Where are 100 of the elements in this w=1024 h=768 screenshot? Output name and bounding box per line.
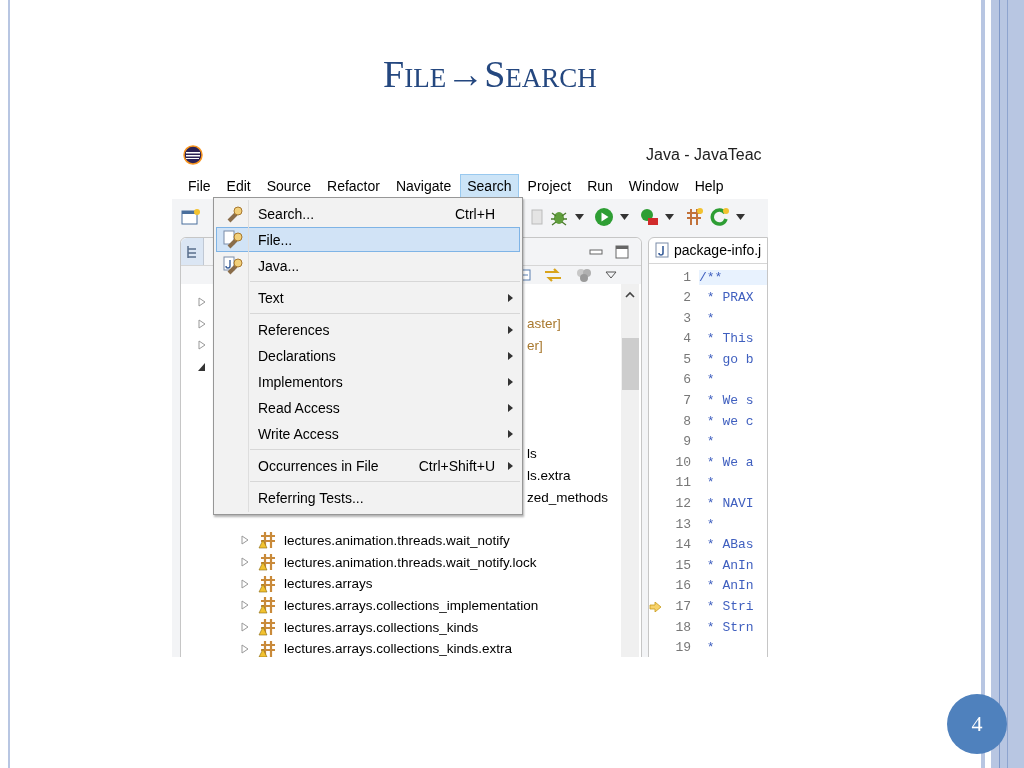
line-number: 15 (674, 557, 691, 573)
tree-item-text[interactable]: lectures.arrays.collections_kinds (284, 619, 479, 635)
line-number: 11 (674, 475, 691, 491)
tree-item-text[interactable]: lectures.arrays (284, 576, 373, 592)
package-warning-icon (258, 553, 277, 572)
run-tool-icon[interactable] (639, 207, 659, 227)
grid-icon[interactable] (684, 207, 704, 227)
menu-bar-item[interactable]: Navigate (388, 174, 459, 198)
menu-bar-item[interactable]: Search (460, 174, 519, 198)
line-number: 6 (682, 372, 691, 388)
refresh-icon[interactable] (710, 207, 730, 227)
code-line: * (705, 640, 716, 656)
editor-tab[interactable]: package-info.j (649, 238, 767, 264)
menu-item[interactable]: Referring Tests... (216, 485, 520, 510)
menu-bar-item[interactable]: Window (621, 174, 686, 198)
menu-item[interactable]: Text (216, 285, 520, 310)
line-number: 19 (674, 640, 691, 656)
code-line: * We a (705, 454, 755, 470)
line-number: 3 (682, 310, 691, 326)
package-warning-icon (258, 596, 277, 615)
menu-bar-item[interactable]: Edit (219, 174, 258, 198)
scrollbar[interactable] (621, 284, 639, 657)
code-line: * ABas (705, 537, 755, 553)
line-number: 1 (682, 269, 691, 285)
tree-item-text[interactable]: lectures.arrays.collections_implementation (284, 597, 539, 613)
submenu-arrow-icon (507, 325, 513, 334)
java-file-icon (655, 242, 669, 259)
menu-bar-item[interactable]: Refactor (320, 174, 387, 198)
tree-item-text[interactable]: lectures.animation.threads.wait_notify.lock (284, 554, 537, 570)
caret-icon[interactable] (620, 214, 629, 220)
code-line: * (705, 310, 716, 326)
line-number: 18 (674, 619, 691, 635)
submenu-arrow-icon (507, 429, 513, 438)
minimize-icon[interactable] (589, 246, 603, 257)
view-menu-icon[interactable] (605, 271, 617, 279)
tree-item-text[interactable]: lectures.arrays.collections_kinds.extra (284, 641, 513, 657)
submenu-arrow-icon (507, 377, 513, 386)
menu-item[interactable]: Occurrences in File Ctrl+Shift+U (216, 453, 520, 478)
code-line: * This (705, 331, 755, 347)
expand-arrow-icon[interactable] (198, 361, 206, 372)
new-window-icon[interactable] (181, 208, 201, 226)
package-warning-icon (258, 531, 277, 550)
menu-bar-item[interactable]: Help (687, 174, 731, 198)
page-number: 4 (947, 694, 1007, 754)
code-line: * AnIn (705, 557, 755, 573)
menu-item[interactable]: Search... Ctrl+H (216, 201, 520, 226)
line-number: 4 (682, 331, 691, 347)
line-number: 9 (682, 434, 691, 450)
maximize-icon[interactable] (615, 244, 629, 259)
caret-icon[interactable] (736, 214, 745, 220)
menu-item[interactable]: References (216, 317, 520, 342)
link-arrows-icon[interactable] (543, 266, 563, 284)
explorer-tab[interactable] (181, 238, 204, 265)
code-line: * (705, 516, 716, 532)
slide-title: File→Search (382, 52, 598, 97)
tree-item-text: ls.extra (527, 467, 571, 483)
tree-item-text: ls (527, 446, 537, 462)
menu-item[interactable]: Write Access (216, 421, 520, 446)
code-line: * Strn (705, 619, 755, 635)
code-line: * (705, 372, 716, 388)
java-search-icon (223, 255, 243, 276)
package-warning-icon (258, 639, 277, 657)
caret-icon[interactable] (575, 214, 584, 220)
menu-bar-item[interactable]: Project (520, 174, 579, 198)
menu-item[interactable]: Read Access (216, 395, 520, 420)
submenu-arrow-icon (507, 403, 513, 412)
line-number: 16 (674, 578, 691, 594)
menu-item[interactable]: File... (216, 227, 520, 252)
scroll-up-icon[interactable] (625, 291, 635, 298)
app-icon (183, 145, 203, 165)
line-number: 10 (674, 454, 691, 470)
code-line: * (705, 475, 716, 491)
tree-item-text: zed_methods (527, 489, 609, 505)
tree-item-text[interactable]: lectures.animation.threads.wait_notify (284, 532, 510, 548)
menu-bar-item[interactable]: File (181, 174, 218, 198)
line-number: 7 (682, 393, 691, 409)
code-line: * go b (705, 351, 755, 367)
line-number: 13 (674, 516, 691, 532)
menu-bar-item[interactable]: Source (259, 174, 319, 198)
submenu-arrow-icon (507, 293, 513, 302)
menu-bar-item[interactable]: Run (580, 174, 620, 198)
filter-icon[interactable] (575, 267, 593, 283)
line-number: 5 (682, 351, 691, 367)
tree-item-text: er] (527, 337, 543, 353)
tree-item-text: aster] (527, 316, 561, 332)
line-number: 14 (674, 537, 691, 553)
caret-icon[interactable] (665, 214, 674, 220)
menu-item[interactable]: Declarations (216, 343, 520, 368)
file-search-icon (223, 229, 243, 250)
line-number: 8 (682, 413, 691, 429)
code-line: * PRAX (705, 290, 755, 306)
code-line: * (705, 434, 716, 450)
scroll-thumb[interactable] (621, 338, 639, 390)
hierarchy-icon (185, 244, 199, 259)
code-line: * we c (705, 413, 755, 429)
code-line: * NAVI (705, 496, 755, 512)
submenu-arrow-icon (507, 351, 513, 360)
menu-item[interactable]: Java... (216, 253, 520, 278)
menu-item[interactable]: Implementors (216, 369, 520, 394)
run-icon[interactable] (594, 207, 614, 227)
